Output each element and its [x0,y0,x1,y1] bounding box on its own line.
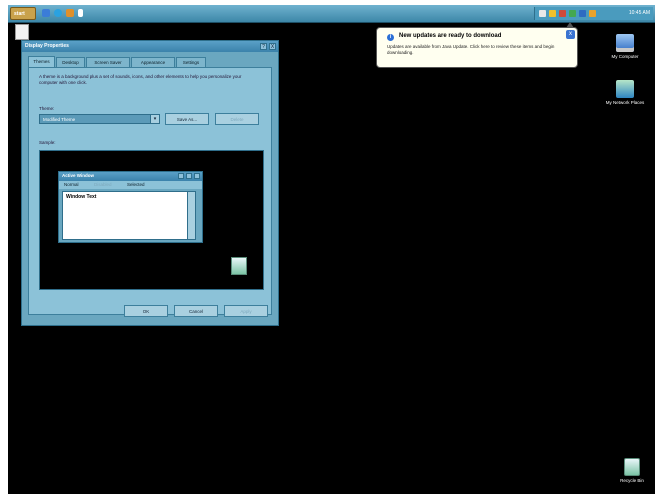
minimize-icon [178,173,184,179]
close-icon[interactable]: x [566,30,575,39]
sample-menu-selected: Selected [127,182,145,187]
cancel-button[interactable]: Cancel [174,305,218,317]
sample-menu-disabled: Disabled [94,182,112,187]
maximize-icon [186,173,192,179]
tab-appearance[interactable]: Appearance [131,57,175,67]
delete-button: Delete [215,113,259,125]
close-icon [194,173,200,179]
apply-button: Apply [224,305,268,317]
theme-sample-preview: Active Window Normal Disabled Selected W… [39,150,264,290]
chevron-down-icon[interactable]: ▾ [150,115,159,123]
sample-menu-bar: Normal Disabled Selected [59,181,202,189]
tab-themes[interactable]: Themes [28,56,55,67]
clock[interactable]: 10:45 AM [629,10,650,16]
sample-scrollbar [187,192,195,239]
tray-network-icon[interactable] [569,10,576,17]
dialog-title: Display Properties [25,43,69,49]
info-icon: i [387,34,394,41]
update-notification-balloon[interactable]: i New updates are ready to download Upda… [376,27,578,68]
themes-description: A theme is a background plus a set of so… [39,74,242,85]
tab-screen-saver[interactable]: Screen Saver [86,57,130,67]
balloon-title: New updates are ready to download [399,33,502,39]
tray-java-icon[interactable] [579,10,586,17]
desktop-icon-document[interactable] [12,24,32,40]
tray-alert-icon[interactable] [559,10,566,17]
internet-explorer-icon[interactable] [54,9,62,17]
display-properties-dialog: Display Properties ? X Themes Desktop Sc… [21,40,279,326]
recycle-bin-icon [624,458,640,476]
system-tray: 10:45 AM [534,7,653,20]
sample-window-titlebar: Active Window [59,172,202,181]
desktop-icon-label: Recycle Bin [620,478,644,483]
themes-tab-panel: A theme is a background plus a set of so… [28,67,272,315]
start-button[interactable]: start [10,7,36,20]
close-button[interactable]: X [269,43,276,50]
taskbar: start 10:45 AM [8,5,655,23]
sample-window-body: Window Text [62,191,196,240]
desktop-icon-recycle-bin[interactable]: Recycle Bin [612,458,652,483]
theme-select[interactable]: Modified Theme ▾ [39,114,160,124]
theme-label: Theme: [39,106,55,111]
balloon-body: Updates are available from Java Update. … [387,44,555,55]
tray-security-icon[interactable] [589,10,596,17]
tray-update-shield-icon[interactable] [549,10,556,17]
tab-settings[interactable]: Settings [176,57,206,67]
show-desktop-icon[interactable] [42,9,50,17]
save-as-button[interactable]: Save As... [165,113,209,125]
ok-button[interactable]: OK [124,305,168,317]
desktop-icon-label: My Computer [611,54,639,59]
media-player-icon[interactable] [66,9,74,17]
desktop-icon-my-network-places[interactable]: My Network Places [605,80,645,105]
help-button[interactable]: ? [260,43,267,50]
quick-launch-chevron-icon[interactable] [78,9,83,17]
sample-active-window: Active Window Normal Disabled Selected W… [58,171,203,243]
sample-menu-normal: Normal [64,182,79,187]
dialog-titlebar[interactable]: Display Properties ? X [22,41,278,52]
sample-window-title: Active Window [62,173,94,178]
sample-recycle-bin-icon [231,257,247,275]
tab-desktop[interactable]: Desktop [56,57,85,67]
theme-select-value: Modified Theme [43,117,76,122]
sample-window-text: Window Text [66,194,97,200]
tray-speaker-icon[interactable] [539,10,546,17]
document-icon [15,24,29,40]
computer-icon [616,34,634,52]
sample-label: Sample: [39,140,56,145]
desktop-icon-label: My Network Places [605,100,645,105]
desktop-icon-my-computer[interactable]: My Computer [605,34,645,59]
network-places-icon [616,80,634,98]
